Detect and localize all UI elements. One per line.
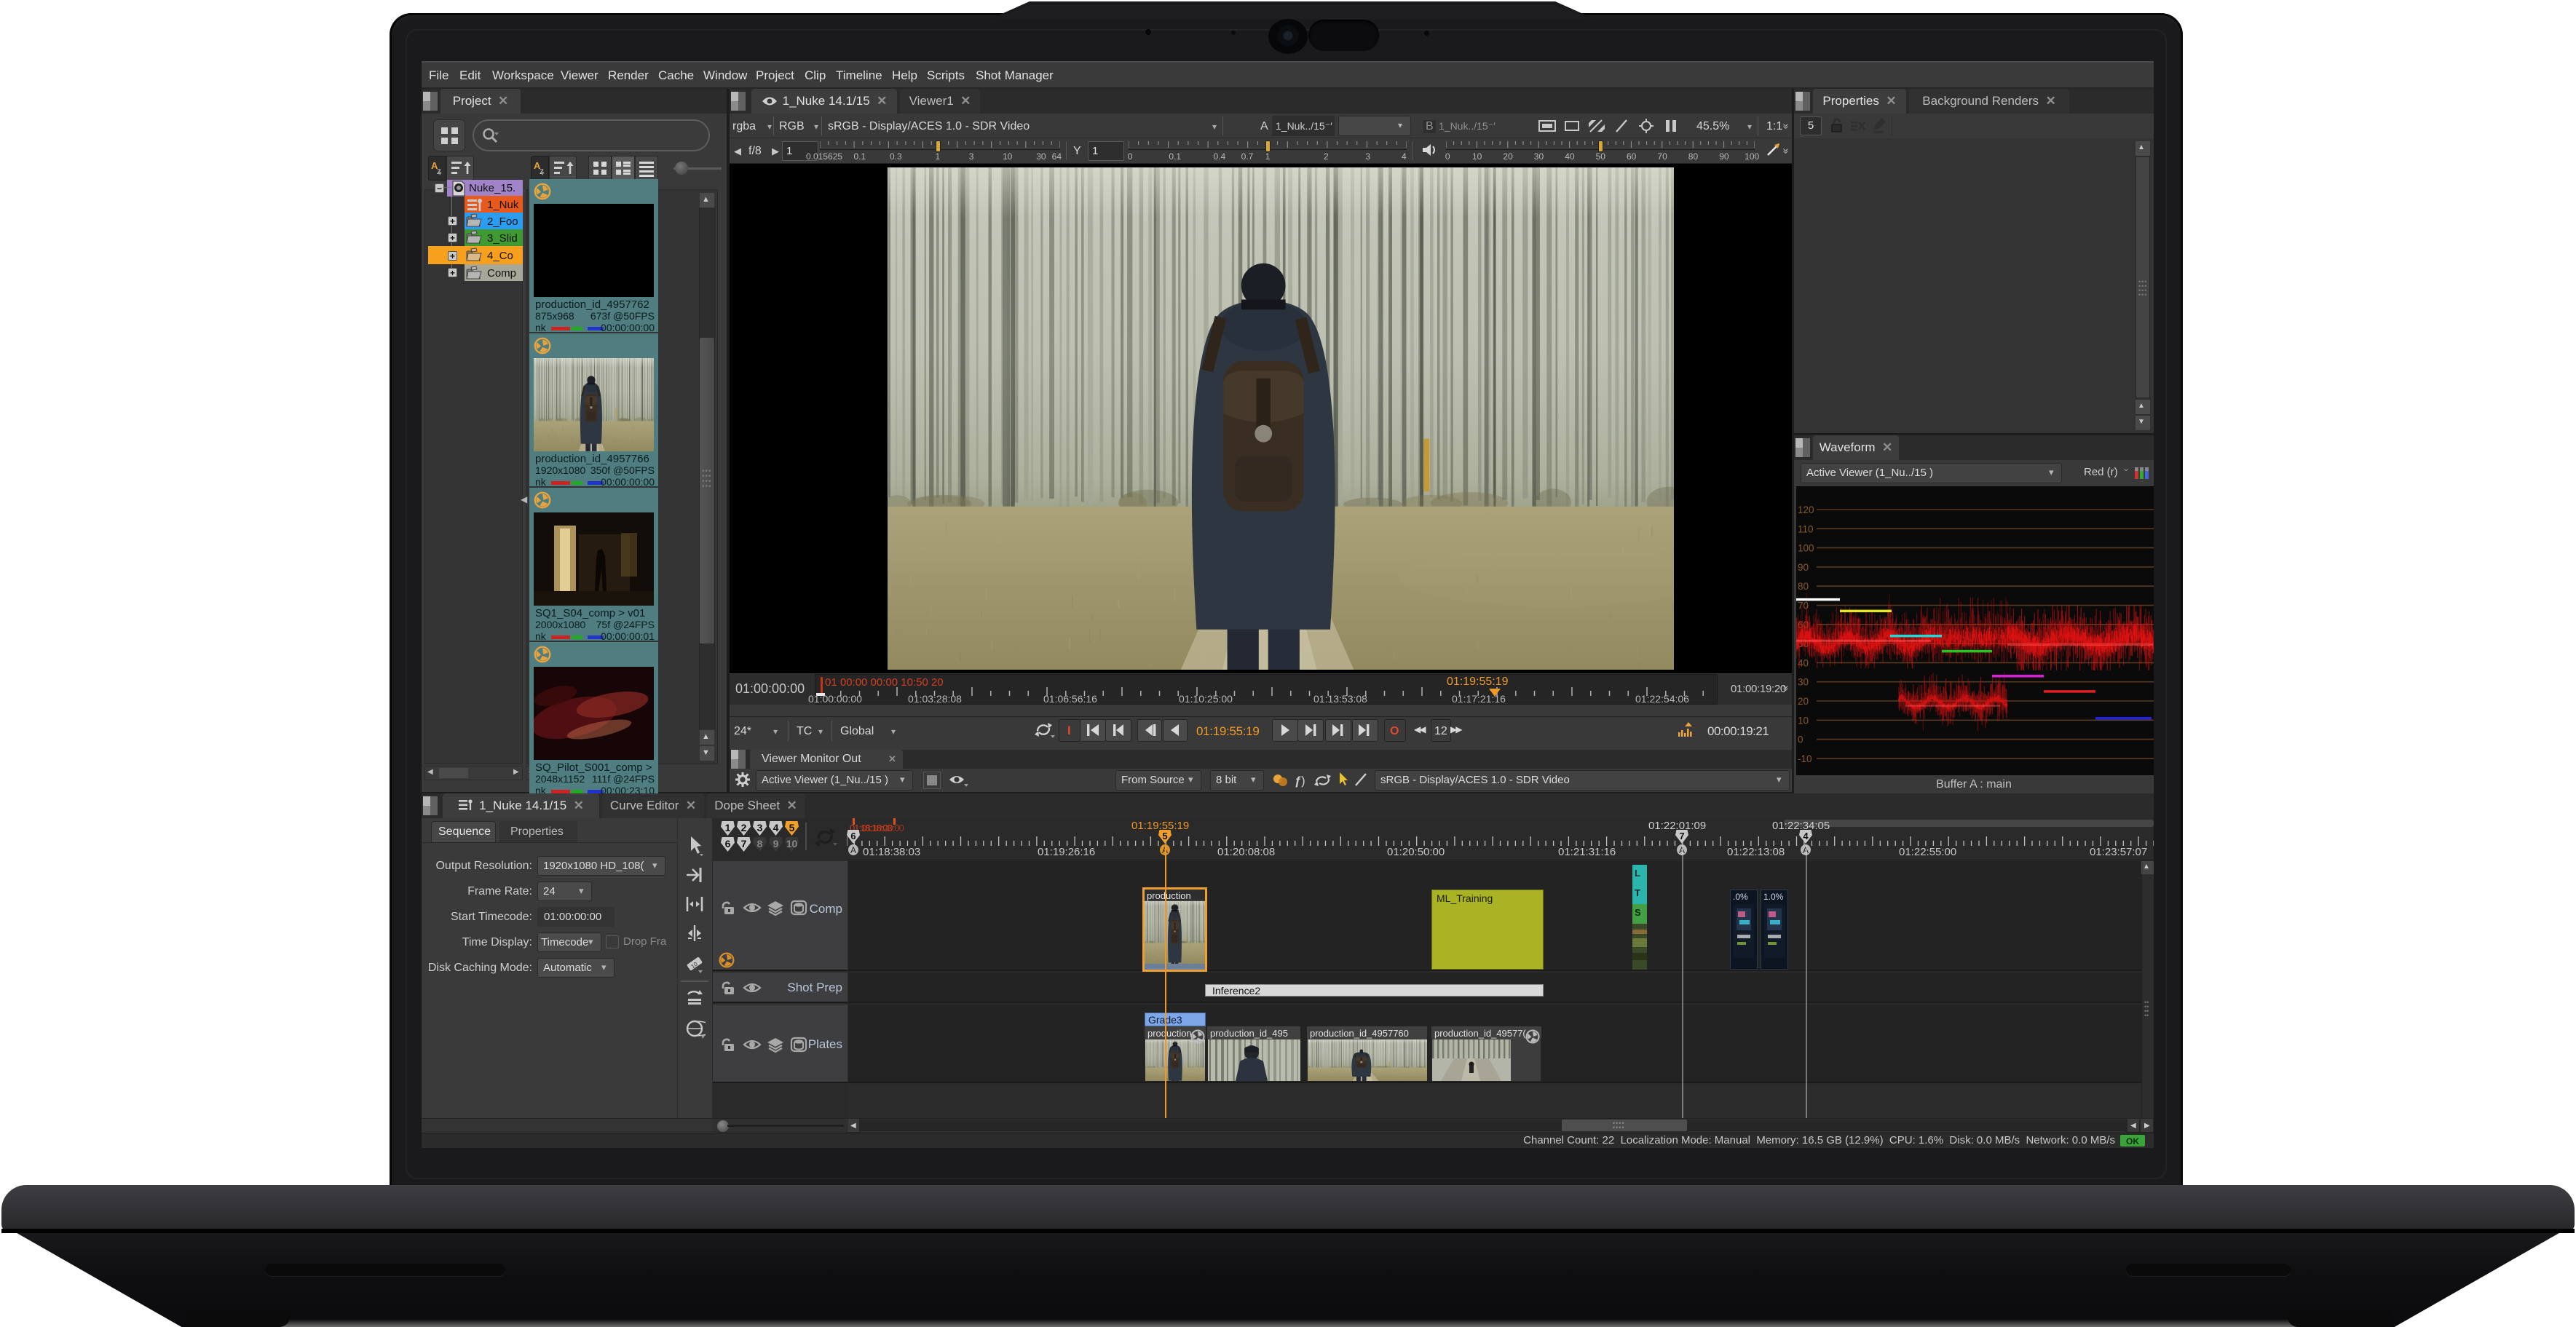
svg-text:O: O bbox=[1390, 725, 1399, 737]
svg-text:-10: -10 bbox=[1798, 753, 1812, 764]
svg-text:12: 12 bbox=[1434, 725, 1447, 737]
svg-text:100: 100 bbox=[1798, 543, 1814, 554]
svg-text:80: 80 bbox=[1798, 581, 1809, 592]
svg-text:01 00:00 00:00 10:50 20: 01 00:00 00:00 10:50 20 bbox=[825, 676, 944, 689]
svg-text:10: 10 bbox=[1798, 715, 1809, 726]
svg-text:): ) bbox=[1301, 774, 1305, 788]
svg-text:20: 20 bbox=[1798, 696, 1809, 707]
svg-text:90: 90 bbox=[1798, 562, 1809, 573]
svg-text:110: 110 bbox=[1798, 523, 1814, 534]
svg-text:I: I bbox=[1067, 724, 1071, 737]
svg-text:120: 120 bbox=[1798, 504, 1814, 515]
svg-text:30: 30 bbox=[1798, 677, 1809, 688]
svg-text:0: 0 bbox=[1798, 734, 1803, 745]
